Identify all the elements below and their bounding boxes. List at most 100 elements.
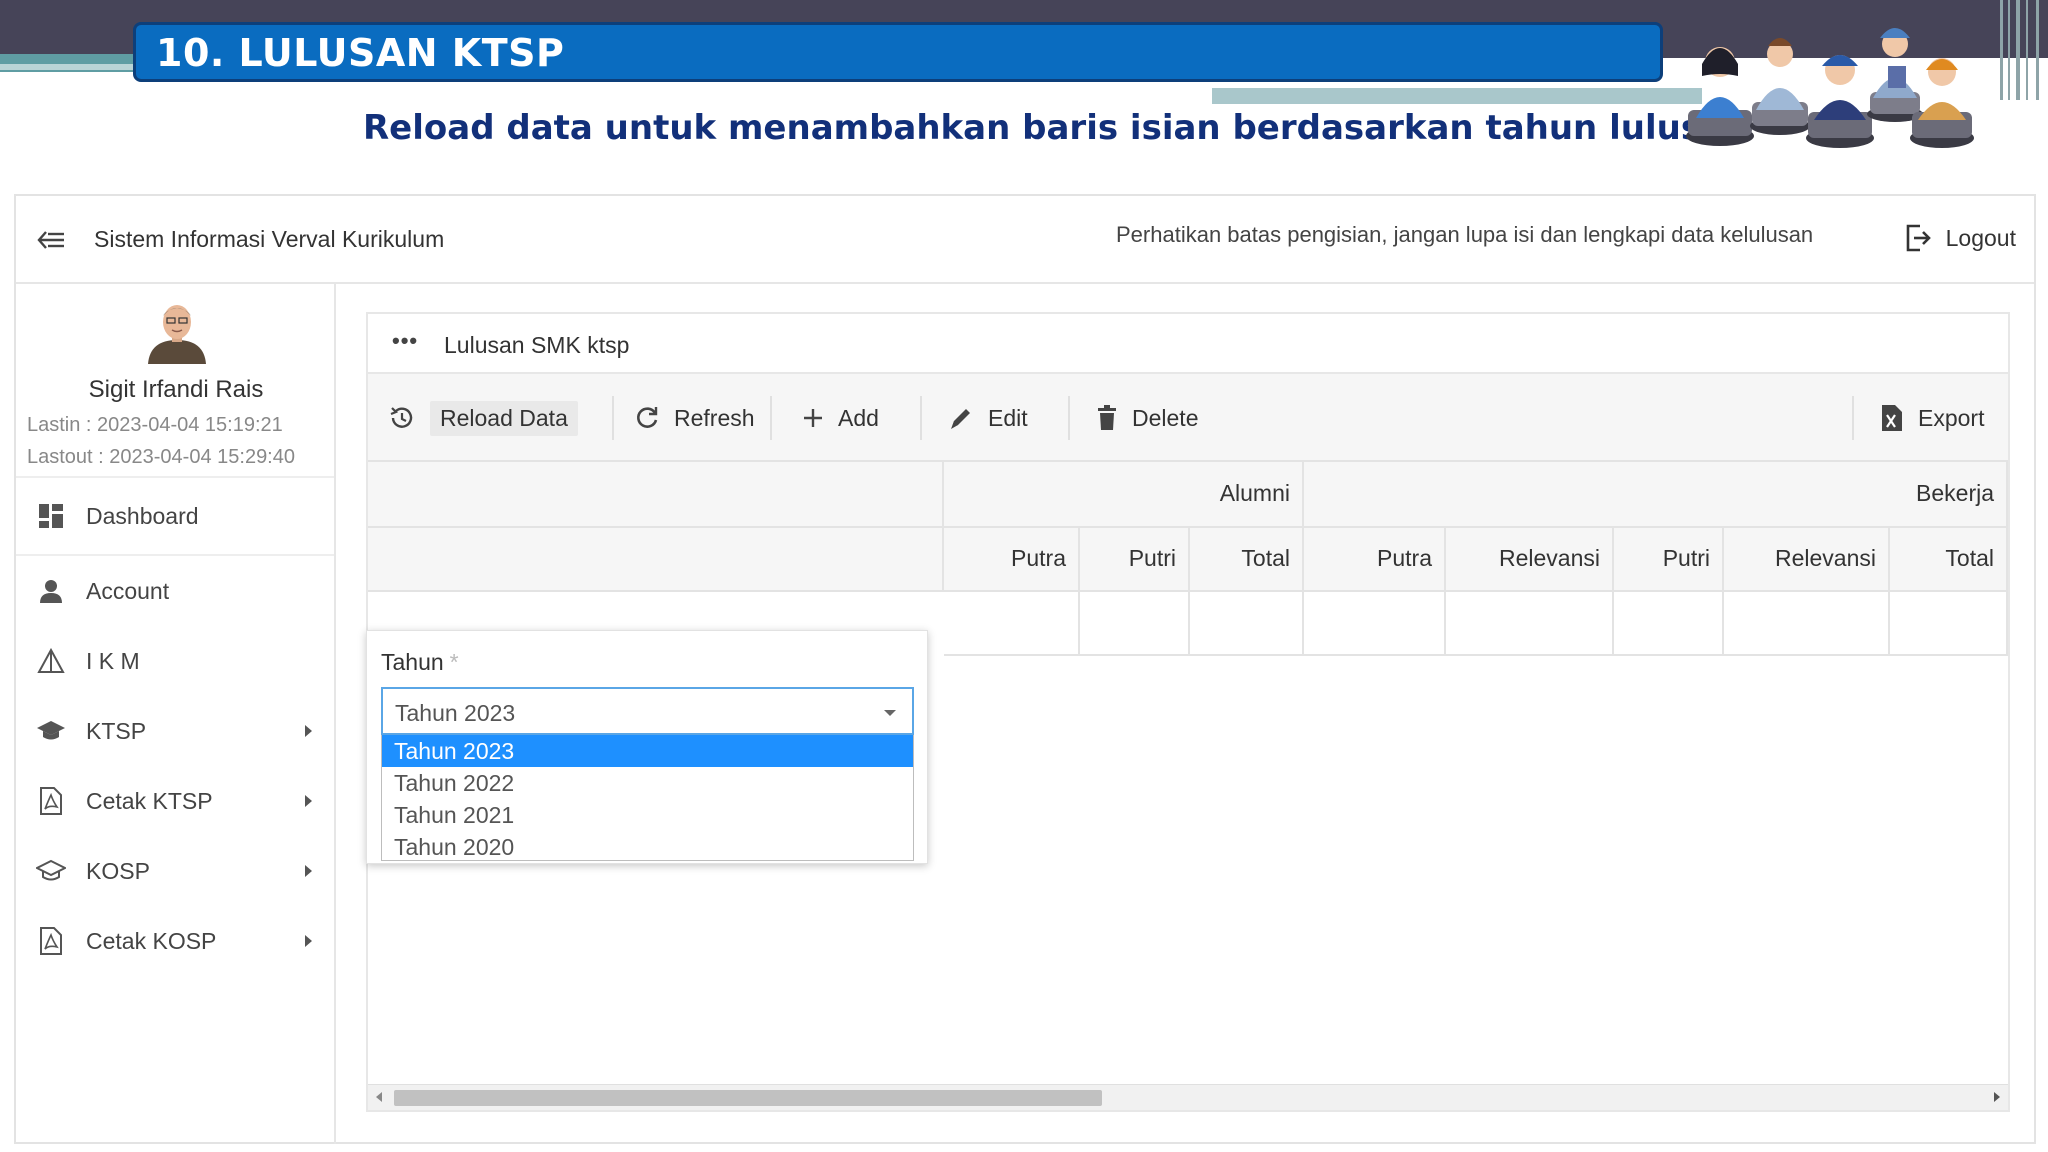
column-header-alumni-putra[interactable]: Putra — [944, 528, 1080, 592]
delete-button[interactable]: Delete — [1096, 398, 1198, 438]
reload-data-button[interactable]: Reload Data — [388, 398, 578, 438]
logout-button[interactable]: Logout — [1904, 218, 2016, 258]
user-avatar — [148, 305, 206, 364]
sidebar-item-kosp[interactable]: KOSP — [16, 836, 334, 906]
column-header-bekerja-relevansi-putra[interactable]: Relevansi — [1446, 528, 1614, 592]
table-cell[interactable] — [1190, 592, 1304, 656]
table-cell[interactable] — [1080, 592, 1190, 656]
reload-data-label: Reload Data — [430, 400, 578, 436]
pdf-file-icon — [36, 926, 66, 956]
toolbar-divider — [920, 396, 922, 440]
slide-accent-bar-light — [0, 64, 140, 70]
more-options-icon[interactable]: ••• — [392, 328, 418, 354]
app-title: Sistem Informasi Verval Kurikulum — [94, 226, 445, 252]
tahun-select-value: Tahun 2023 — [395, 700, 516, 726]
chevron-down-icon[interactable] — [884, 710, 896, 716]
table-cell[interactable] — [944, 592, 1080, 656]
slide-accent-bar-right — [1212, 88, 1702, 104]
tahun-options-list: Tahun 2023 Tahun 2022 Tahun 2021 Tahun 2… — [381, 735, 914, 861]
sidebar-item-label: I K M — [86, 647, 140, 674]
column-header-alumni-putri[interactable]: Putri — [1080, 528, 1190, 592]
scroll-left-icon[interactable] — [376, 1092, 382, 1102]
column-header-bekerja-putri[interactable]: Putri — [1614, 528, 1724, 592]
last-logout-time: Lastout : 2023-04-04 15:29:40 — [27, 446, 295, 468]
sidebar-item-label: Account — [86, 577, 170, 604]
horizontal-scrollbar[interactable] — [368, 1084, 2008, 1110]
panel-header: ••• Lulusan SMK ktsp — [368, 314, 2008, 374]
chevron-right-icon — [305, 725, 312, 737]
app-header: Sistem Informasi Verval Kurikulum Perhat… — [16, 196, 2034, 284]
column-header-alumni-total[interactable]: Total — [1190, 528, 1304, 592]
scroll-right-icon[interactable] — [1994, 1092, 2000, 1102]
pencil-icon — [951, 409, 970, 429]
last-login-time: Lastin : 2023-04-04 15:19:21 — [27, 414, 283, 436]
sidebar-item-cetak-ktsp[interactable]: Cetak KTSP — [16, 766, 334, 836]
chevron-right-icon — [305, 795, 312, 807]
column-header-bekerja-total[interactable]: Total — [1890, 528, 2008, 592]
toolbar-divider — [770, 396, 772, 440]
trash-icon — [1098, 405, 1116, 430]
table-cell[interactable] — [1614, 592, 1724, 656]
refresh-label: Refresh — [674, 404, 755, 431]
graduation-cap-outline-icon — [36, 856, 66, 886]
tahun-option[interactable]: Tahun 2023 — [382, 735, 913, 767]
sidebar-item-ktsp[interactable]: KTSP — [16, 696, 334, 766]
user-name: Sigit Irfandi Rais — [88, 376, 264, 403]
logout-label: Logout — [1945, 224, 2016, 251]
slide-title: 10. LULUSAN KTSP — [156, 31, 565, 75]
add-button[interactable]: Add — [802, 398, 879, 438]
tahun-select[interactable]: Tahun 2023 — [381, 687, 914, 735]
slide-decor-stripes — [1992, 0, 2048, 100]
refresh-icon — [637, 407, 658, 428]
ikm-icon — [36, 646, 66, 676]
sidebar-item-label: KTSP — [86, 717, 147, 744]
people-illustration — [1686, 28, 1974, 148]
reload-year-popup: Tahun * Tahun 2023 Tahun 2023 Tahun 2022 … — [366, 630, 928, 864]
toolbar-divider — [612, 396, 614, 440]
table-header-group-blank — [368, 462, 944, 528]
table-header-blank — [368, 528, 944, 592]
toolbar: Reload Data Refresh Add Edit Delete Expo… — [368, 374, 2008, 462]
slide-subtitle: Reload data untuk menambahkan baris isia… — [363, 108, 1749, 148]
logout-icon — [1906, 224, 1931, 252]
plus-icon — [804, 409, 822, 427]
edit-button[interactable]: Edit — [948, 398, 1028, 438]
menu-collapse-icon[interactable] — [36, 226, 66, 254]
table-header-group-bekerja: Bekerja — [1304, 462, 2008, 528]
chevron-right-icon — [305, 865, 312, 877]
sidebar-item-label: Cetak KOSP — [86, 927, 217, 954]
notice-marquee: Perhatikan batas pengisian, jangan lupa … — [1116, 222, 1814, 247]
slide-title-bar: 10. LULUSAN KTSP — [133, 22, 1663, 82]
edit-label: Edit — [988, 404, 1028, 431]
table-cell[interactable] — [1890, 592, 2008, 656]
sidebar-item-label: Dashboard — [86, 502, 199, 529]
table-cell[interactable] — [1304, 592, 1446, 656]
tahun-option[interactable]: Tahun 2020 — [382, 831, 913, 863]
excel-file-icon — [1882, 405, 1902, 431]
refresh-button[interactable]: Refresh — [634, 398, 755, 438]
toolbar-divider — [1068, 396, 1070, 440]
sidebar-item-label: Cetak KTSP — [86, 787, 213, 814]
sidebar-item-account[interactable]: Account — [16, 556, 334, 626]
add-label: Add — [838, 404, 879, 431]
table-cell[interactable] — [1724, 592, 1890, 656]
export-button[interactable]: Export — [1880, 398, 1984, 438]
column-header-bekerja-putra[interactable]: Putra — [1304, 528, 1446, 592]
tahun-option[interactable]: Tahun 2022 — [382, 767, 913, 799]
user-icon — [36, 576, 66, 606]
sidebar-item-ikm[interactable]: I K M — [16, 626, 334, 696]
sidebar-item-label: KOSP — [86, 857, 150, 884]
panel-title: Lulusan SMK ktsp — [444, 332, 630, 358]
tahun-label: Tahun * — [381, 649, 459, 675]
app-window: Sistem Informasi Verval Kurikulum Perhat… — [14, 194, 2036, 1144]
scrollbar-thumb[interactable] — [394, 1090, 1102, 1106]
chevron-right-icon — [305, 935, 312, 947]
column-header-bekerja-relevansi-putri[interactable]: Relevansi — [1724, 528, 1890, 592]
sidebar-item-cetak-kosp[interactable]: Cetak KOSP — [16, 906, 334, 976]
dashboard-icon — [36, 501, 66, 531]
export-label: Export — [1918, 404, 1985, 431]
table-cell[interactable] — [1446, 592, 1614, 656]
table-header-group-alumni: Alumni — [944, 462, 1304, 528]
sidebar-item-dashboard[interactable]: Dashboard — [16, 476, 334, 556]
tahun-option[interactable]: Tahun 2021 — [382, 799, 913, 831]
